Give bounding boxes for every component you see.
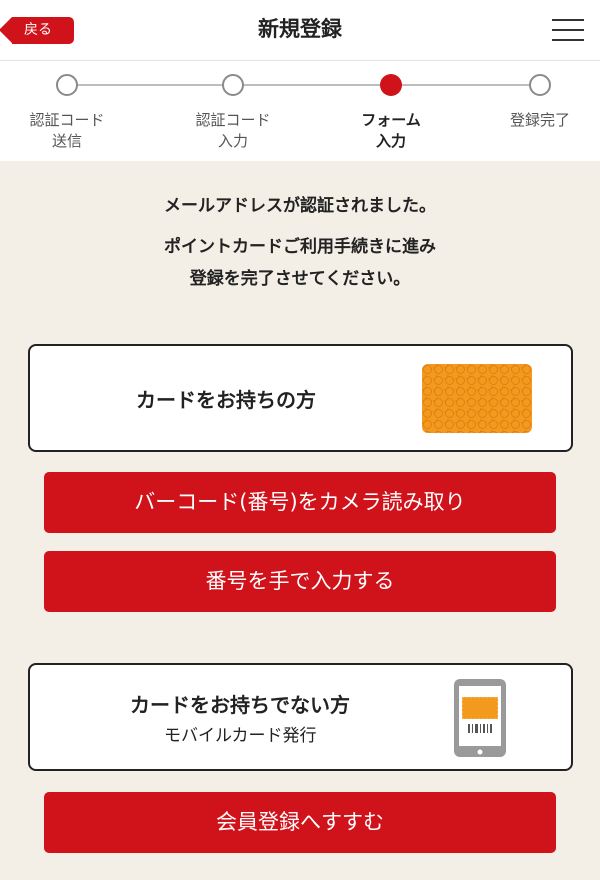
has-card-title: カードをお持ちの方	[136, 388, 316, 412]
step-dot-icon	[529, 74, 551, 96]
progress-stepper: 認証コード 送信 認証コード 入力 フォーム 入力 登録完了	[0, 60, 600, 161]
no-card-subtitle: モバイルカード発行	[164, 726, 317, 746]
page-title: 新規登録	[258, 17, 342, 41]
verification-message: メールアドレスが認証されました。	[164, 196, 436, 216]
step-label: 登録完了	[509, 111, 570, 129]
step-label: フォーム 入力	[361, 111, 421, 150]
hamburger-menu-icon[interactable]	[552, 17, 584, 43]
orange-card-icon	[422, 364, 532, 433]
barcode-scan-button[interactable]: バーコード(番号)をカメラ読み取り	[44, 472, 556, 533]
manual-number-entry-button[interactable]: 番号を手で入力する	[44, 551, 556, 612]
has-card-panel: カードをお持ちの方	[28, 344, 573, 452]
mobile-card-phone-icon	[454, 679, 506, 757]
no-card-title: カードをお持ちでない方	[130, 693, 350, 717]
instruction-line-2: 登録を完了させてください。	[189, 269, 411, 289]
no-card-panel: カードをお持ちでない方 モバイルカード発行	[28, 663, 573, 771]
register-member-button[interactable]: 会員登録へすすむ	[44, 792, 556, 853]
step-label: 認証コード 入力	[195, 111, 271, 150]
instruction-line-1: ポイントカードご利用手続きに進み	[164, 237, 436, 257]
step-dot-current-icon	[380, 74, 402, 96]
step-dot-icon	[56, 74, 78, 96]
step-dot-icon	[222, 74, 244, 96]
app-header: 戻る 新規登録	[0, 0, 600, 60]
step-label: 認証コード 送信	[29, 111, 105, 150]
stepper-track	[68, 84, 540, 86]
